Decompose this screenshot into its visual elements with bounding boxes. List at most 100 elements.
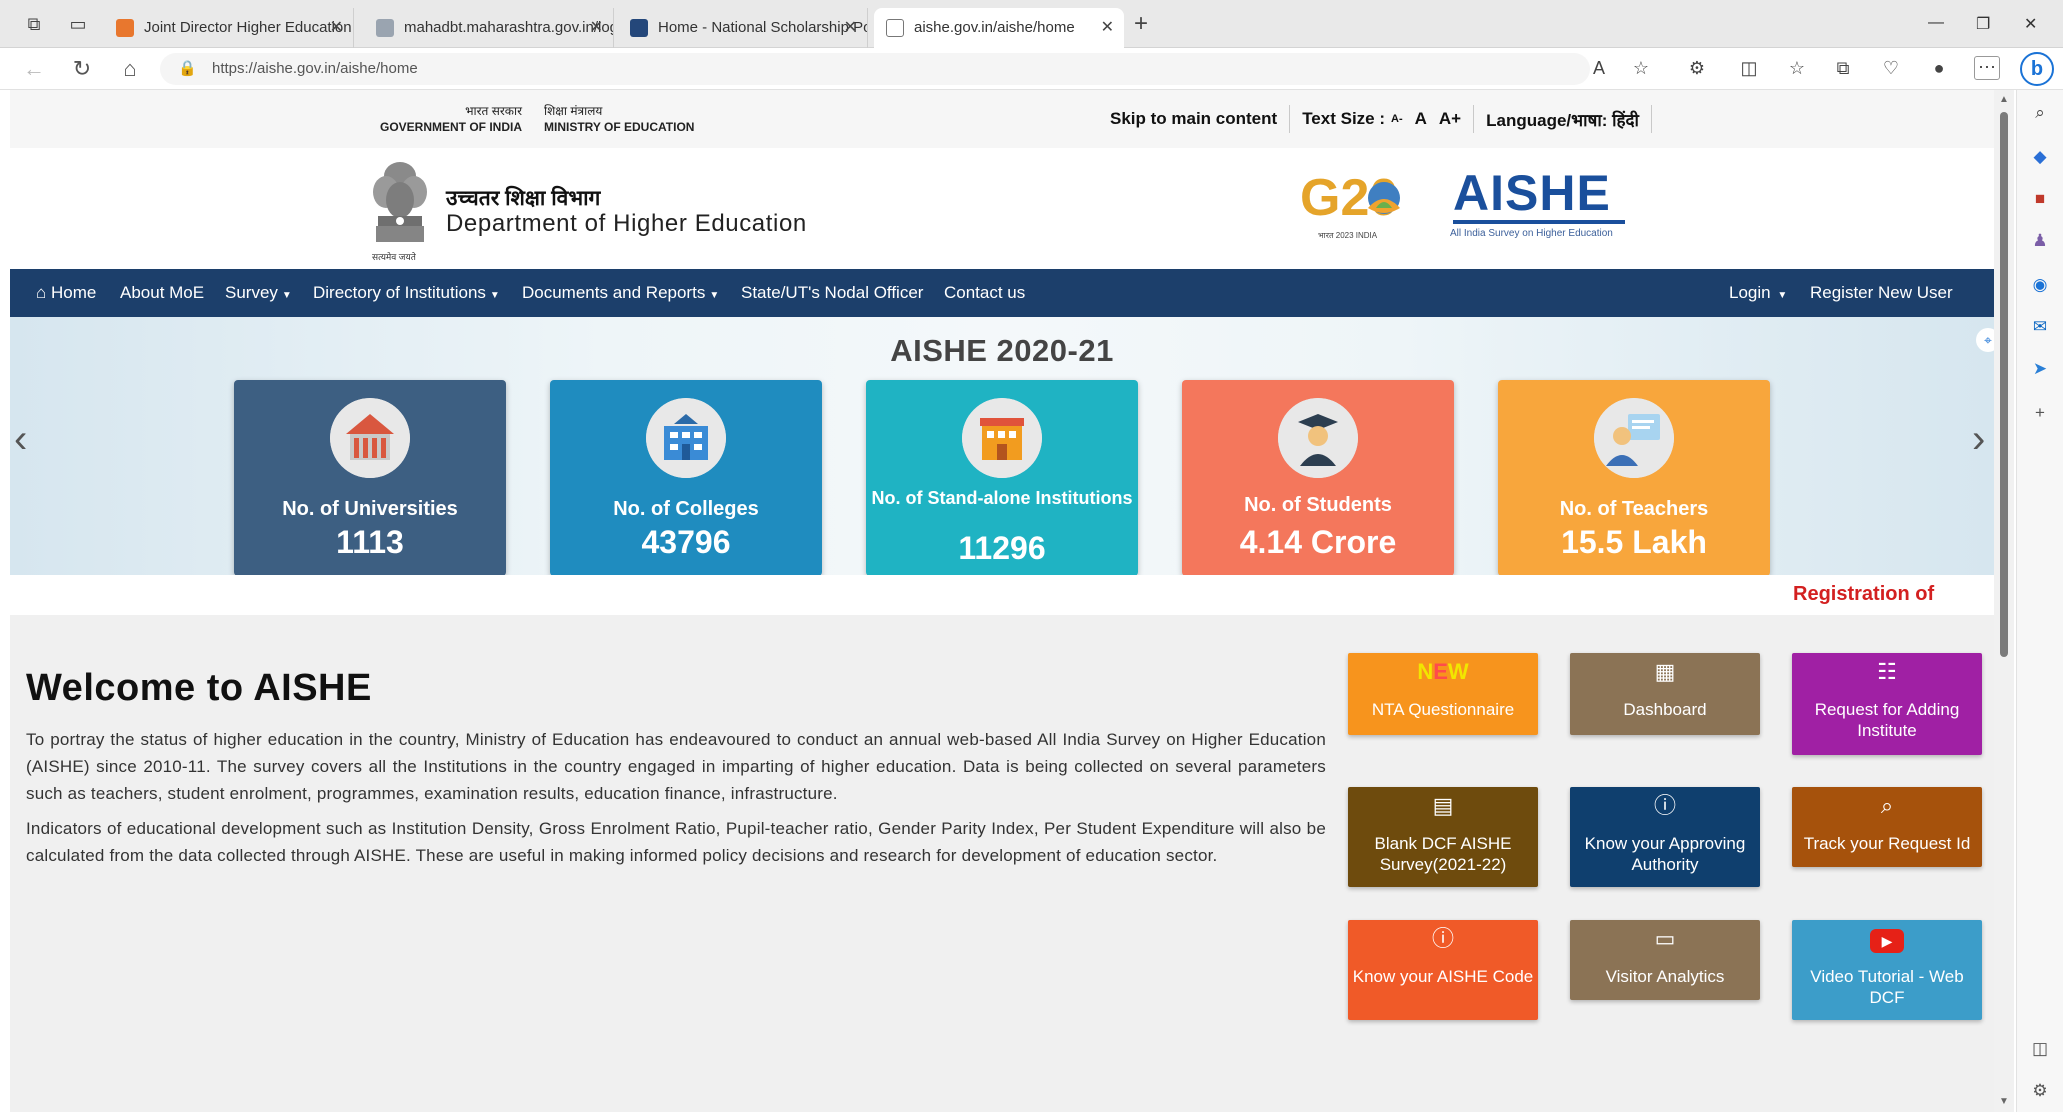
blank-dcf-button[interactable]: ▤ Blank DCF AISHE Survey(2021-22)	[1348, 787, 1538, 887]
button-label: NTA Questionnaire	[1371, 700, 1515, 719]
stat-label: No. of Teachers	[1559, 498, 1709, 520]
browser-tab-aishe[interactable]: aishe.gov.in/aishe/home ✕	[874, 8, 1124, 48]
text-size-normal-button[interactable]: A	[1415, 109, 1427, 129]
refresh-icon[interactable]: ↻	[70, 57, 94, 81]
browser-tab-scholarship[interactable]: Home - National Scholarship Por ✕	[618, 8, 868, 48]
stat-card-standalone[interactable]: No. of Stand-alone Institutions 11296	[866, 380, 1138, 575]
tools-briefcase-icon[interactable]: ■	[2029, 188, 2051, 210]
tab-actions-icon[interactable]: ▭	[66, 12, 90, 36]
send-icon[interactable]: ➤	[2029, 358, 2051, 380]
department-title-hindi[interactable]: उच्चतर शिक्षा विभाग	[446, 184, 600, 212]
nav-login[interactable]: Login ▼	[1729, 283, 1787, 303]
new-badge-n: N	[1417, 659, 1434, 684]
tab-close-icon[interactable]: ✕	[330, 8, 343, 48]
question-circle-icon: ⓘ	[1653, 793, 1676, 818]
minimize-icon[interactable]: —	[1928, 14, 1944, 32]
microsoft-365-icon[interactable]: ◉	[2029, 274, 2051, 296]
collections-icon[interactable]: ⧉	[1830, 58, 1856, 79]
youtube-play-icon: ▶	[1792, 928, 1982, 953]
stat-card-teachers[interactable]: No. of Teachers 15.5 Lakh	[1498, 380, 1770, 575]
games-icon[interactable]: ♟	[2029, 230, 2051, 252]
profile-avatar-icon[interactable]: ●	[1926, 58, 1952, 79]
tab-title: Home - National Scholarship Por	[658, 19, 868, 36]
govt-english: GOVERNMENT OF INDIA	[379, 120, 522, 134]
bing-copilot-icon[interactable]: b	[2020, 52, 2054, 86]
nav-nodal-officer[interactable]: State/UT's Nodal Officer	[741, 283, 923, 303]
new-tab-icon[interactable]: +	[1134, 12, 1148, 36]
accessibility-links: Skip to main content Text Size : A- A A+…	[1110, 104, 1664, 134]
restore-icon[interactable]: ❐	[1976, 14, 1990, 34]
page-scrollbar[interactable]: ▲ ▼	[1994, 90, 2014, 1112]
government-of-india-block[interactable]: भारत सरकार GOVERNMENT OF INDIA	[372, 103, 522, 135]
hide-sidebar-icon[interactable]: ◫	[2029, 1038, 2051, 1060]
stat-card-students[interactable]: No. of Students 4.14 Crore	[1182, 380, 1454, 575]
request-adding-institute-button[interactable]: ☷ Request for Adding Institute	[1792, 653, 1982, 755]
new-badge-w: W	[1447, 659, 1469, 684]
stat-value: 11296	[958, 530, 1046, 566]
tab-title: Joint Director Higher Education ,	[144, 19, 354, 36]
approving-authority-button[interactable]: ⓘ Know your Approving Authority	[1570, 787, 1760, 887]
window-close-icon[interactable]: ✕	[2024, 14, 2037, 34]
text-size-large-button[interactable]: A+	[1439, 109, 1461, 129]
stat-card-colleges[interactable]: No. of Colleges 43796	[550, 380, 822, 575]
divider	[1289, 105, 1291, 133]
scroll-up-icon[interactable]: ▲	[1999, 94, 2009, 105]
browser-tab-mahadbt[interactable]: mahadbt.maharashtra.gov.in/log ✕	[364, 8, 614, 48]
scrollbar-thumb[interactable]	[2000, 112, 2008, 657]
text-size-small-button[interactable]: A-	[1391, 113, 1403, 125]
workspaces-icon[interactable]: ⧉	[22, 12, 46, 36]
track-request-button[interactable]: ⌕ Track your Request Id	[1792, 787, 1982, 867]
tab-close-icon[interactable]: ✕	[590, 8, 603, 48]
visual-search-icon[interactable]: ⌖	[1976, 328, 1994, 352]
sidebar-settings-icon[interactable]: ⚙	[2029, 1080, 2051, 1102]
split-screen-icon[interactable]: ◫	[1736, 58, 1762, 79]
stat-label: No. of Colleges	[613, 498, 759, 520]
nav-survey[interactable]: Survey ▼	[225, 283, 292, 303]
nav-directory[interactable]: Directory of Institutions ▼	[313, 283, 500, 303]
g20-caption: भारत 2023 INDIA	[1318, 231, 1378, 240]
nav-documents[interactable]: Documents and Reports ▼	[522, 283, 719, 303]
read-aloud-icon[interactable]: A	[1586, 58, 1612, 79]
video-tutorial-button[interactable]: ▶ Video Tutorial - Web DCF	[1792, 920, 1982, 1020]
url-field[interactable]: 🔒 https://aishe.gov.in/aishe/home	[160, 53, 1590, 85]
nta-questionnaire-button[interactable]: NEW NTA Questionnaire	[1348, 653, 1538, 735]
know-aishe-code-button[interactable]: ⓘ Know your AISHE Code	[1348, 920, 1538, 1020]
stat-label: No. of Students	[1244, 494, 1392, 516]
stat-card-universities[interactable]: No. of Universities 1113	[234, 380, 506, 575]
divider	[1650, 105, 1652, 133]
back-icon[interactable]: ←	[22, 57, 46, 81]
lock-icon[interactable]: 🔒	[178, 59, 197, 77]
scroll-down-icon[interactable]: ▼	[1999, 1096, 2009, 1107]
nav-register[interactable]: Register New User	[1810, 283, 1953, 303]
search-icon[interactable]: ⌕	[2029, 102, 2051, 124]
stats-carousel: AISHE 2020-21 ‹ › No. of Universities 11…	[10, 317, 1994, 575]
visitor-board-icon: ▭	[1654, 926, 1676, 951]
add-sidebar-app-icon[interactable]: +	[2029, 402, 2051, 424]
nav-contact[interactable]: Contact us	[944, 283, 1025, 303]
dashboard-button[interactable]: ▦ Dashboard	[1570, 653, 1760, 735]
nav-about-moe[interactable]: About MoE	[120, 283, 204, 303]
tab-close-icon[interactable]: ✕	[1101, 8, 1114, 48]
announcement-marquee[interactable]: Registration of	[1793, 583, 1934, 606]
favorites-icon[interactable]: ☆	[1784, 58, 1810, 79]
browser-essentials-icon[interactable]: ♡	[1878, 58, 1904, 79]
nav-login-label: Login	[1729, 283, 1771, 302]
carousel-next-icon[interactable]: ›	[1972, 417, 1985, 462]
department-title-english[interactable]: Department of Higher Education	[446, 210, 807, 238]
ministry-block[interactable]: शिक्षा मंत्रालय MINISTRY OF EDUCATION	[544, 103, 724, 135]
skip-to-main-link[interactable]: Skip to main content	[1110, 109, 1277, 129]
outlook-icon[interactable]: ✉	[2029, 316, 2051, 338]
aishe-logo[interactable]: AISHE	[1453, 164, 1611, 222]
shopping-tag-icon[interactable]: ◆	[2029, 146, 2051, 168]
visitor-analytics-button[interactable]: ▭ Visitor Analytics	[1570, 920, 1760, 1000]
favorite-star-icon[interactable]: ☆	[1628, 58, 1654, 79]
browser-tab-joint-director[interactable]: Joint Director Higher Education , ✕	[104, 8, 354, 48]
home-icon[interactable]: ⌂	[118, 57, 142, 81]
carousel-prev-icon[interactable]: ‹	[14, 417, 27, 462]
more-options-icon[interactable]: ⋯	[1974, 56, 2000, 80]
tab-close-icon[interactable]: ✕	[844, 8, 857, 48]
extensions-icon[interactable]: ⚙	[1684, 58, 1710, 79]
nav-home[interactable]: ⌂ Home	[36, 283, 96, 303]
language-toggle[interactable]: Language/भाषा: हिंदी	[1486, 108, 1639, 131]
browser-tab-bar: ⧉ ▭ Joint Director Higher Education , ✕ …	[0, 0, 2063, 48]
